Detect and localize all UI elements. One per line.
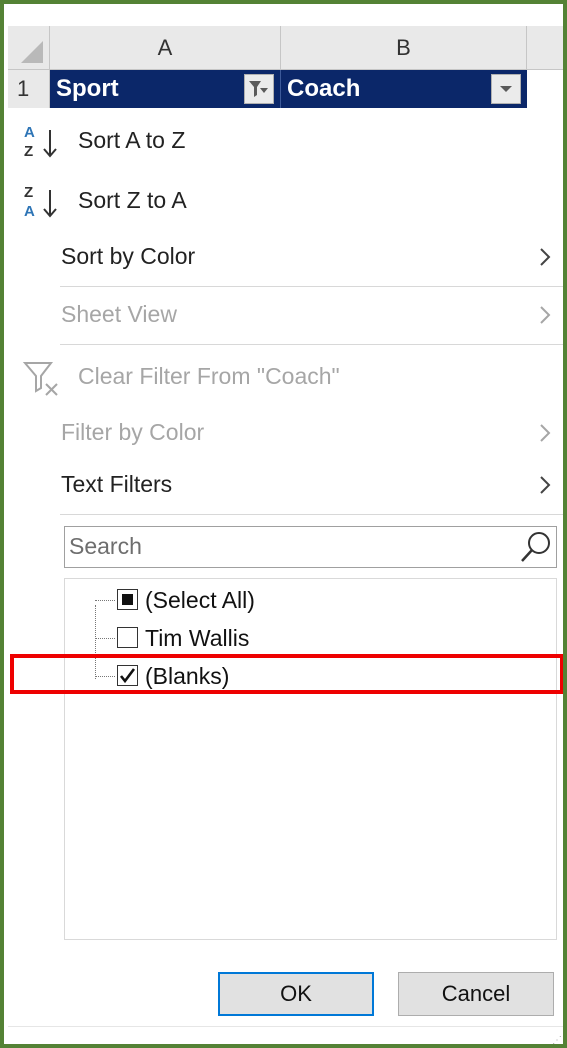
chevron-down-icon [500, 86, 512, 92]
sort-ascending-icon: A Z [24, 124, 57, 160]
row-header-1[interactable]: 1 [8, 70, 50, 108]
highlight-box-blanks [10, 654, 563, 694]
tim-wallis-label: Tim Wallis [145, 625, 250, 651]
sort-by-color-item[interactable]: Sort by Color [8, 232, 563, 282]
select-all-checkbox[interactable] [117, 589, 138, 610]
column-header-next[interactable] [527, 26, 563, 70]
tree-branch-line [95, 600, 115, 601]
search-input[interactable] [65, 527, 509, 565]
sort-by-color-label: Sort by Color [61, 243, 196, 269]
text-filters-label: Text Filters [61, 471, 173, 497]
tim-wallis-checkbox[interactable] [117, 627, 138, 648]
screenshot-frame: A B 1 Sport Coach A Z Sort A to Z Z A So… [0, 0, 567, 1048]
resize-grip-icon[interactable]: ⋰ [552, 1036, 563, 1045]
menu-divider [60, 514, 563, 515]
filter-by-color-label: Filter by Color [61, 419, 205, 445]
chevron-right-icon [540, 248, 551, 266]
svg-text:Z: Z [24, 143, 33, 160]
cell-a1[interactable]: Sport [50, 70, 281, 108]
cell-b1-text: Coach [287, 75, 361, 102]
filter-active-button-sport[interactable] [244, 74, 274, 104]
menu-divider [60, 344, 563, 345]
sort-descending-icon: Z A [24, 184, 57, 220]
svg-text:A: A [24, 124, 35, 141]
sort-a-to-z-item[interactable]: A Z Sort A to Z [8, 116, 563, 166]
search-icon[interactable] [518, 529, 554, 565]
select-all-triangle-icon [21, 41, 43, 63]
sort-z-to-a-item[interactable]: Z A Sort Z to A [8, 176, 563, 226]
list-item-select-all[interactable]: (Select All) [95, 581, 495, 619]
sort-a-to-z-label: Sort A to Z [78, 127, 186, 153]
column-header-a[interactable]: A [50, 26, 281, 70]
select-all-label: (Select All) [145, 587, 255, 613]
tree-branch-line [95, 638, 115, 639]
ok-button[interactable]: OK [218, 972, 374, 1016]
chevron-right-icon [540, 306, 551, 324]
cell-b1[interactable]: Coach [281, 70, 527, 108]
column-header-b[interactable]: B [281, 26, 527, 70]
svg-text:A: A [24, 203, 35, 220]
filter-dropdown-button-coach[interactable] [491, 74, 521, 104]
autofilter-menu: A Z Sort A to Z Z A Sort Z to A Sort by … [8, 108, 563, 1045]
filter-by-color-item: Filter by Color [8, 408, 563, 458]
sheet-view-label: Sheet View [61, 301, 177, 327]
chevron-right-icon [540, 476, 551, 494]
cell-a1-text: Sport [56, 75, 119, 102]
menu-divider [60, 286, 563, 287]
list-item-tim-wallis[interactable]: Tim Wallis [95, 619, 495, 657]
clear-filter-item: Clear Filter From "Coach" [8, 352, 563, 402]
search-box [64, 526, 557, 568]
menu-bottom-divider [8, 1026, 563, 1027]
sheet-view-item: Sheet View [8, 290, 563, 340]
chevron-right-icon [540, 424, 551, 442]
indeterminate-mark-icon [122, 594, 133, 605]
svg-text:Z: Z [24, 184, 33, 201]
clear-filter-icon [22, 362, 58, 396]
cancel-button[interactable]: Cancel [398, 972, 554, 1016]
sort-z-to-a-label: Sort Z to A [78, 187, 187, 213]
filter-values-list[interactable]: (Select All) Tim Wallis (Blanks) [64, 578, 557, 940]
select-all-corner[interactable] [8, 26, 50, 70]
clear-filter-label: Clear Filter From "Coach" [78, 363, 340, 389]
filter-funnel-icon [249, 81, 268, 97]
text-filters-item[interactable]: Text Filters [8, 460, 563, 510]
